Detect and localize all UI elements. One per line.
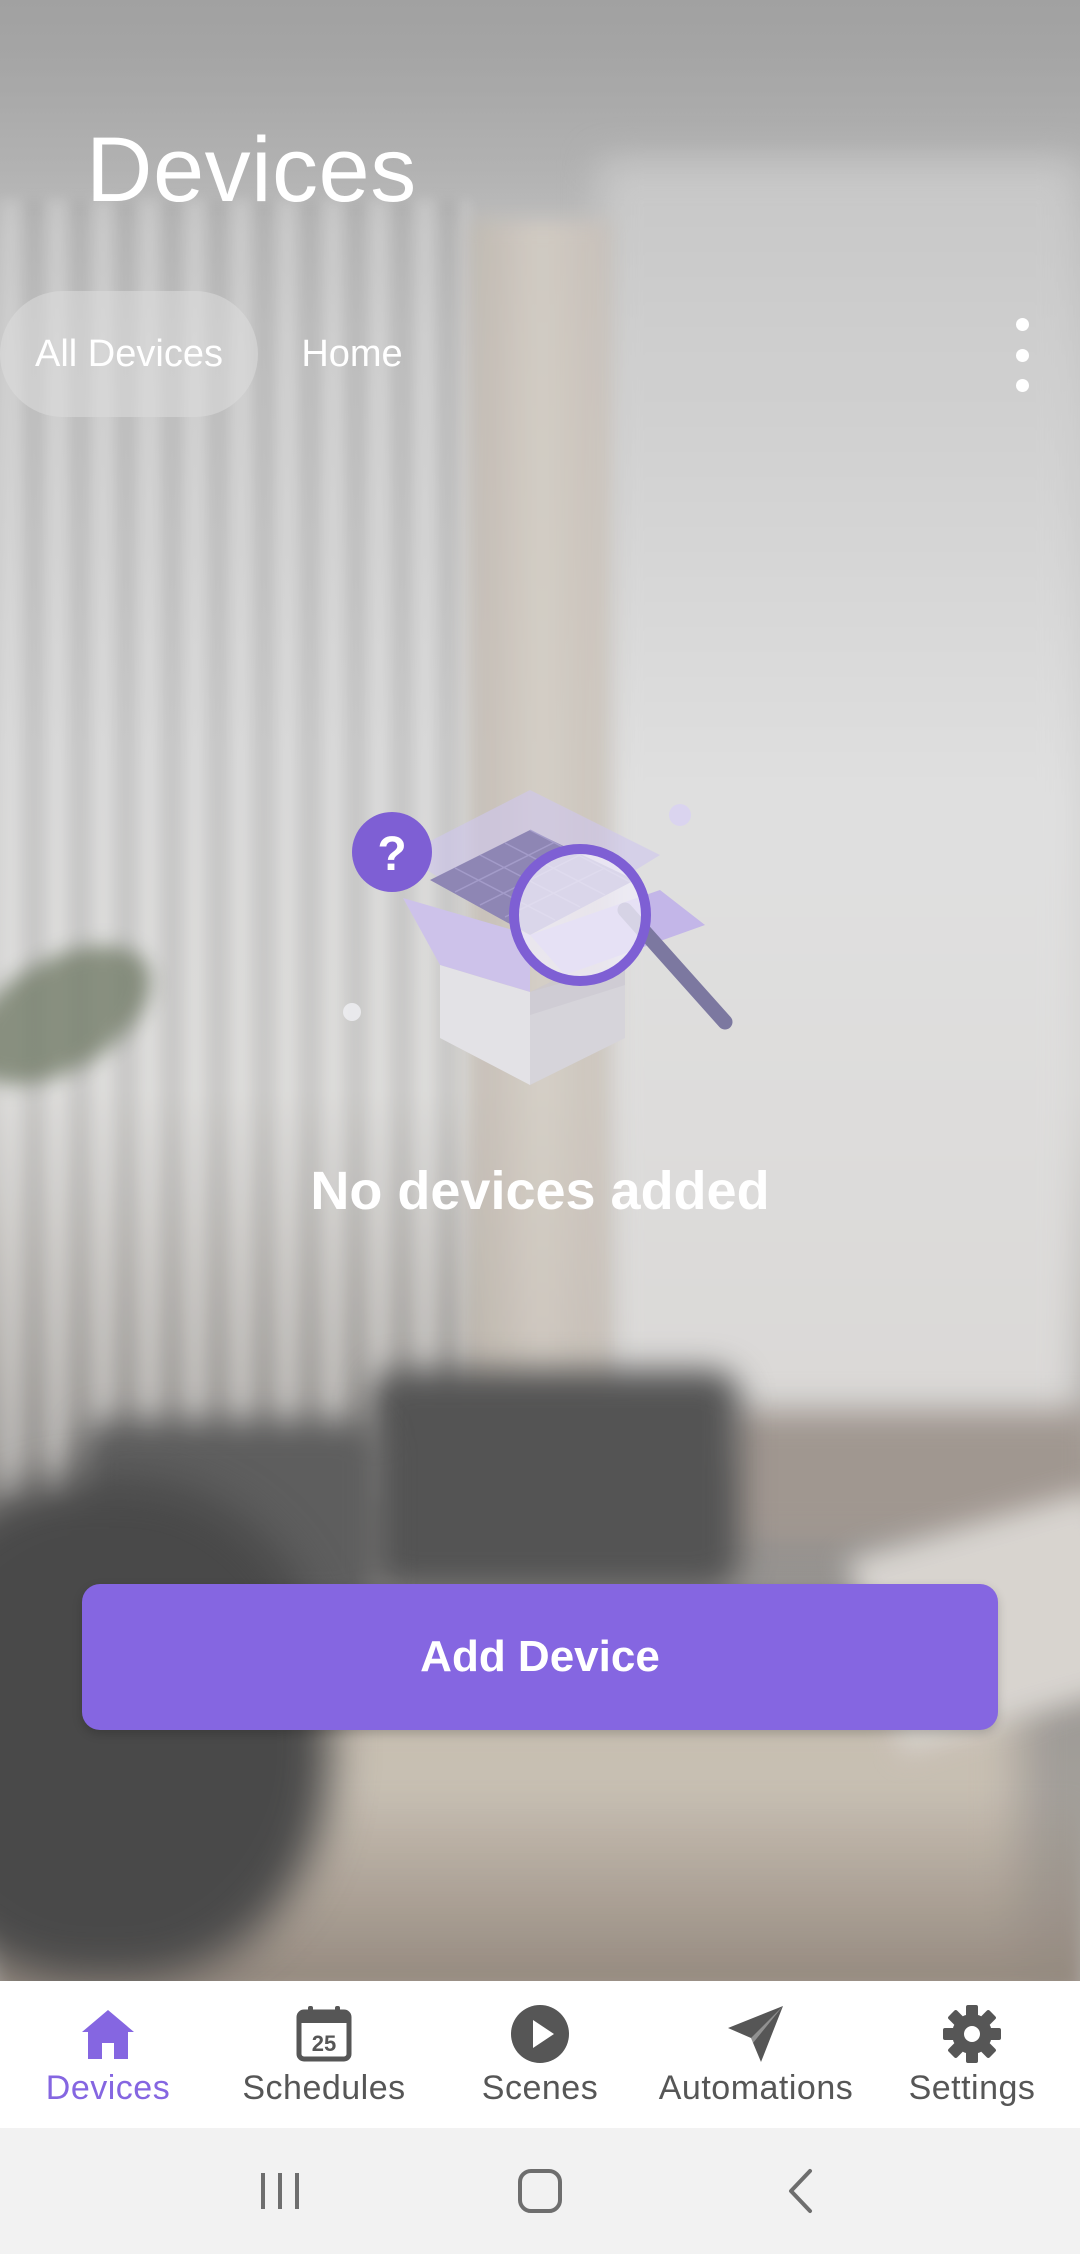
more-dot (1015, 379, 1029, 392)
filter-chip-all-devices[interactable]: All Devices (0, 291, 258, 417)
page-title: Devices (86, 119, 417, 221)
more-dot (1015, 348, 1029, 362)
nav-item-schedules[interactable]: 25 Schedules (216, 1981, 432, 2128)
bottom-nav: Devices 25 Schedules Scenes Automations … (0, 1981, 1080, 2128)
filter-chip-home[interactable]: Home (282, 291, 422, 417)
back-icon[interactable] (760, 2151, 840, 2231)
nav-label-automations: Automations (658, 2069, 854, 2107)
home-icon (77, 2003, 139, 2065)
nav-item-settings[interactable]: Settings (864, 1981, 1080, 2128)
home-square-icon[interactable] (500, 2151, 580, 2231)
more-dot (1015, 318, 1029, 331)
svg-text:?: ? (377, 828, 406, 881)
calendar-day-number: 25 (312, 2031, 336, 2056)
nav-item-scenes[interactable]: Scenes (432, 1981, 648, 2128)
gear-icon (941, 2003, 1003, 2065)
open-box-search-illustration: ? (343, 790, 733, 1085)
system-nav-bar (0, 2128, 1080, 2254)
nav-item-devices[interactable]: Devices (0, 1981, 216, 2128)
nav-item-automations[interactable]: Automations (648, 1981, 864, 2128)
recents-icon[interactable] (240, 2151, 320, 2231)
nav-label-scenes: Scenes (481, 2069, 599, 2107)
nav-label-settings: Settings (908, 2069, 1036, 2107)
nav-label-devices: Devices (45, 2069, 171, 2107)
nav-label-schedules: Schedules (242, 2069, 406, 2107)
add-device-button[interactable]: Add Device (82, 1584, 998, 1730)
empty-state-message: No devices added (310, 1161, 770, 1221)
calendar-icon: 25 (293, 2003, 355, 2065)
more-vert-icon[interactable] (1001, 318, 1043, 392)
send-icon (725, 2003, 787, 2065)
play-circle-icon (509, 2003, 571, 2065)
